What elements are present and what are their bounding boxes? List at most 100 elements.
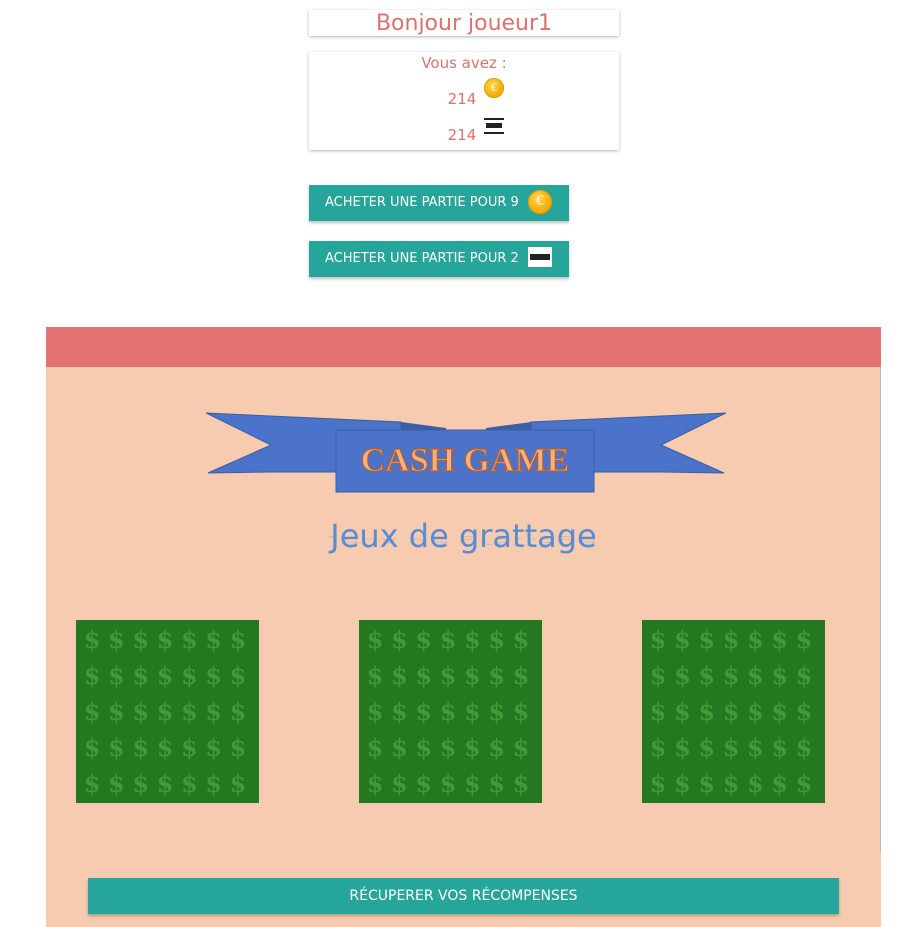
dollar-sign-icon: $ <box>229 625 247 654</box>
dollar-sign-icon: $ <box>108 661 125 690</box>
dollar-sign-icon: $ <box>674 697 691 726</box>
dollar-sign-icon: $ <box>488 769 505 798</box>
dollar-sign-icon: $ <box>180 733 198 762</box>
game-header-bar <box>46 327 881 367</box>
cash-game-logo: CASH GAME <box>206 412 726 493</box>
dollar-sign-icon: $ <box>156 661 174 690</box>
dollar-sign-icon: $ <box>746 661 764 690</box>
dollar-sign-icon: $ <box>132 769 150 798</box>
dollar-sign-icon: $ <box>415 697 433 726</box>
dollar-sign-icon: $ <box>771 733 788 762</box>
coins-count: 214 <box>447 90 477 108</box>
dollar-sign-icon: $ <box>463 661 481 690</box>
dollar-sign-icon: $ <box>366 769 384 798</box>
game-panel: CASH GAME Jeux de grattage Jeux de gratt… <box>46 327 881 927</box>
dollar-sign-icon: $ <box>674 769 691 798</box>
scratch-card-2[interactable]: $ $ $ $ $ $ $$ $ $ $ $ $ $$ $ $ $ $ $ $$ $ $ $ $ $ $$ $ $ $ $ $ $ <box>359 620 542 803</box>
dollar-sign-icon: $ <box>512 697 530 726</box>
dollar-sign-icon: $ <box>488 661 505 690</box>
dollar-pattern: $ $ $ $ $ $ $$ $ $ $ $ $ $$ $ $ $ $ $ $$ $ $ $ $ $ $$ $ $ $ $ $ $ <box>646 622 825 802</box>
dollar-sign-icon: $ <box>366 625 384 654</box>
scratch-card-3[interactable]: $ $ $ $ $ $ $$ $ $ $ $ $ $$ $ $ $ $ $ $$ $ $ $ $ $ $$ $ $ $ $ $ $ <box>642 620 825 803</box>
dollar-sign-icon: $ <box>795 625 813 654</box>
wallet-label: Vous avez : <box>421 54 507 72</box>
tickets-count: 214 <box>447 126 477 144</box>
dollar-sign-icon: $ <box>132 697 150 726</box>
dollar-sign-icon: $ <box>83 625 101 654</box>
dollar-sign-icon: $ <box>180 769 198 798</box>
dollar-sign-icon: $ <box>439 697 457 726</box>
dollar-sign-icon: $ <box>415 733 433 762</box>
dollar-sign-icon: $ <box>108 697 125 726</box>
dollar-sign-icon: $ <box>83 661 101 690</box>
dollar-sign-icon: $ <box>674 661 691 690</box>
dollar-sign-icon: $ <box>132 733 150 762</box>
scratch-card-1[interactable]: $ $ $ $ $ $ $$ $ $ $ $ $ $$ $ $ $ $ $ $$ $ $ $ $ $ $$ $ $ $ $ $ $ <box>76 620 259 803</box>
dollar-sign-icon: $ <box>229 661 247 690</box>
dollar-pattern: $ $ $ $ $ $ $$ $ $ $ $ $ $$ $ $ $ $ $ $$ $ $ $ $ $ $$ $ $ $ $ $ $ <box>363 622 542 802</box>
dollar-sign-icon: $ <box>205 733 222 762</box>
buy-game-coins-label: ACHETER UNE PARTIE POUR 9 <box>325 195 519 210</box>
dollar-sign-icon: $ <box>415 661 433 690</box>
dollar-sign-icon: $ <box>674 733 691 762</box>
dollar-sign-icon: $ <box>463 733 481 762</box>
dollar-sign-icon: $ <box>205 769 222 798</box>
dollar-sign-icon: $ <box>746 769 764 798</box>
dollar-sign-icon: $ <box>439 733 457 762</box>
panel-border <box>880 367 881 852</box>
dollar-sign-icon: $ <box>746 697 764 726</box>
game-subtitle-reflection: Jeux de grattage <box>330 535 597 549</box>
dollar-sign-icon: $ <box>180 697 198 726</box>
dollar-sign-icon: $ <box>795 769 813 798</box>
dollar-sign-icon: $ <box>366 733 384 762</box>
dollar-sign-icon: $ <box>391 769 408 798</box>
dollar-sign-icon: $ <box>649 625 667 654</box>
dollar-sign-icon: $ <box>463 697 481 726</box>
dollar-sign-icon: $ <box>512 733 530 762</box>
dollar-sign-icon: $ <box>205 625 222 654</box>
dollar-sign-icon: $ <box>108 769 125 798</box>
collect-rewards-label: RÉCUPERER VOS RÉCOMPENSES <box>349 888 578 904</box>
dollar-sign-icon: $ <box>771 661 788 690</box>
logo-text: CASH GAME <box>361 442 570 479</box>
dollar-sign-icon: $ <box>439 769 457 798</box>
dollar-sign-icon: $ <box>722 697 740 726</box>
dollar-pattern: $ $ $ $ $ $ $$ $ $ $ $ $ $$ $ $ $ $ $ $$ $ $ $ $ $ $$ $ $ $ $ $ $ <box>80 622 259 802</box>
dollar-sign-icon: $ <box>415 769 433 798</box>
ticket-icon <box>528 247 552 267</box>
dollar-sign-icon: $ <box>795 697 813 726</box>
dollar-sign-icon: $ <box>366 697 384 726</box>
coin-icon <box>484 78 504 98</box>
dollar-sign-icon: $ <box>391 625 408 654</box>
dollar-sign-icon: $ <box>722 625 740 654</box>
ticket-icon <box>484 118 504 134</box>
dollar-sign-icon: $ <box>746 625 764 654</box>
dollar-sign-icon: $ <box>698 733 716 762</box>
dollar-sign-icon: $ <box>156 625 174 654</box>
dollar-sign-icon: $ <box>439 625 457 654</box>
dollar-sign-icon: $ <box>512 661 530 690</box>
dollar-sign-icon: $ <box>463 625 481 654</box>
dollar-sign-icon: $ <box>132 625 150 654</box>
dollar-sign-icon: $ <box>512 769 530 798</box>
dollar-sign-icon: $ <box>391 697 408 726</box>
dollar-sign-icon: $ <box>771 769 788 798</box>
dollar-sign-icon: $ <box>488 733 505 762</box>
dollar-sign-icon: $ <box>156 697 174 726</box>
dollar-sign-icon: $ <box>205 661 222 690</box>
collect-rewards-button[interactable]: RÉCUPERER VOS RÉCOMPENSES <box>88 878 839 914</box>
dollar-sign-icon: $ <box>83 769 101 798</box>
dollar-sign-icon: $ <box>795 661 813 690</box>
dollar-sign-icon: $ <box>698 697 716 726</box>
dollar-sign-icon: $ <box>391 733 408 762</box>
dollar-sign-icon: $ <box>83 697 101 726</box>
dollar-sign-icon: $ <box>698 661 716 690</box>
dollar-sign-icon: $ <box>674 625 691 654</box>
buy-game-tickets-button[interactable]: ACHETER UNE PARTIE POUR 2 <box>309 241 569 277</box>
dollar-sign-icon: $ <box>649 697 667 726</box>
buy-game-tickets-label: ACHETER UNE PARTIE POUR 2 <box>325 251 519 266</box>
buy-game-coins-button[interactable]: ACHETER UNE PARTIE POUR 9 <box>309 185 569 221</box>
dollar-sign-icon: $ <box>156 769 174 798</box>
dollar-sign-icon: $ <box>795 733 813 762</box>
dollar-sign-icon: $ <box>205 697 222 726</box>
